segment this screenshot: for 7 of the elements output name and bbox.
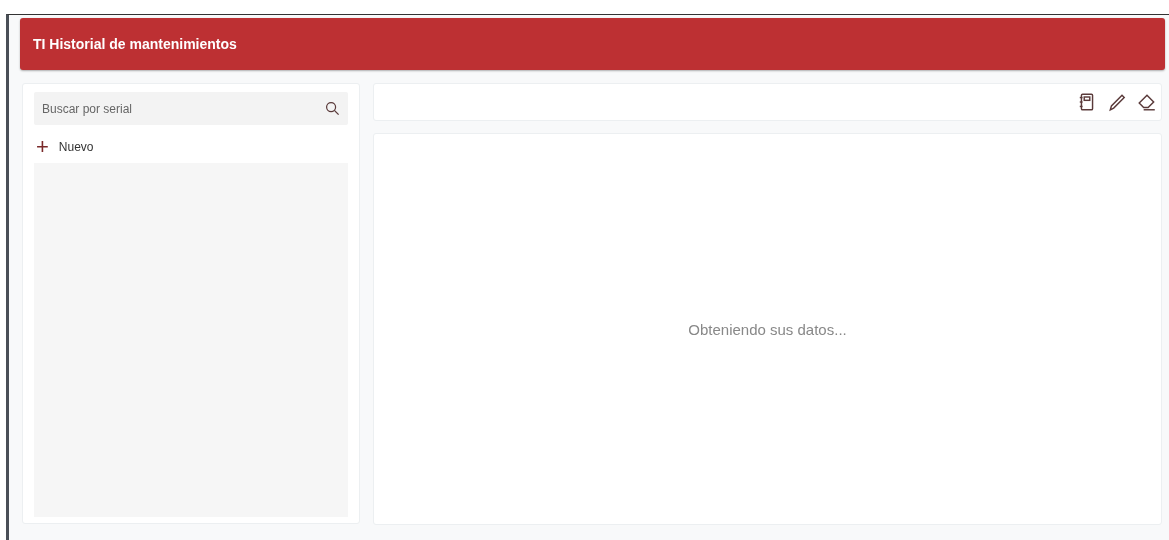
new-button[interactable]: + Nuevo — [34, 139, 94, 155]
eraser-icon[interactable] — [1137, 92, 1157, 112]
search-field[interactable]: Buscar por serial — [34, 92, 348, 125]
search-icon[interactable] — [325, 101, 340, 116]
pencil-icon[interactable] — [1107, 92, 1127, 112]
loading-message: Obteniendo sus datos... — [688, 320, 847, 338]
app-title: TI Historial de mantenimientos — [33, 36, 237, 52]
